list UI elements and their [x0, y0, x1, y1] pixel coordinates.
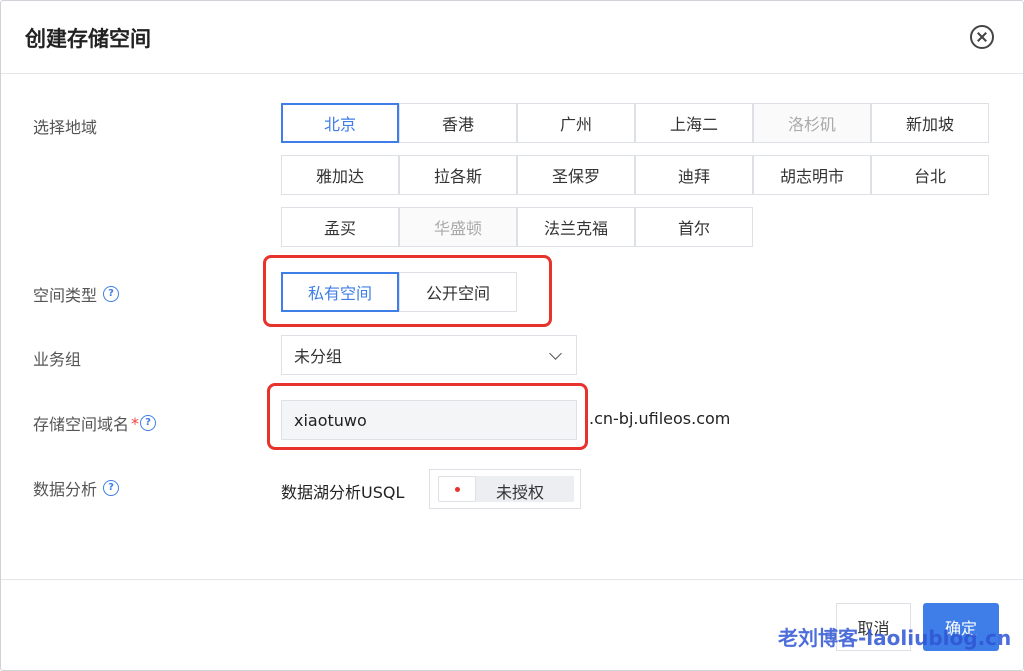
region-option[interactable]: 拉各斯	[399, 155, 517, 195]
region-option[interactable]: 上海二	[635, 103, 753, 143]
help-icon[interactable]: ?	[140, 415, 157, 431]
chevron-down-icon	[549, 347, 562, 360]
business-group-value: 未分组	[294, 347, 343, 366]
space-type-option[interactable]: 私有空间	[281, 272, 399, 312]
region-option[interactable]: 广州	[517, 103, 635, 143]
required-mark: *	[131, 413, 140, 433]
status-dot-icon	[455, 487, 460, 492]
usql-auth-toggle[interactable]: 未授权	[429, 469, 581, 509]
region-label-text: 选择地域	[33, 118, 98, 137]
space-type-label-text: 空间类型	[33, 286, 98, 305]
auth-status: 未授权	[496, 483, 545, 502]
usql-label: 数据湖分析USQL	[281, 483, 405, 502]
domain-label: 存储空间域名 * ?	[33, 411, 157, 435]
space-type-option[interactable]: 公开空间	[399, 272, 517, 312]
region-option[interactable]: 首尔	[635, 207, 753, 247]
business-group-select[interactable]: 未分组	[281, 335, 577, 375]
region-option[interactable]: 新加坡	[871, 103, 989, 143]
space-type-label: 空间类型 ?	[33, 282, 120, 306]
dialog-header: 创建存储空间	[1, 1, 1023, 74]
auth-knob	[438, 476, 476, 502]
dialog-title: 创建存储空间	[25, 27, 151, 51]
confirm-button[interactable]: 确定	[923, 603, 999, 651]
region-option[interactable]: 香港	[399, 103, 517, 143]
analysis-label: 数据分析 ?	[33, 476, 120, 500]
domain-input[interactable]	[281, 400, 577, 440]
region-option[interactable]: 胡志明市	[753, 155, 871, 195]
region-option[interactable]: 迪拜	[635, 155, 753, 195]
auth-track: 未授权	[438, 476, 574, 502]
region-option[interactable]: 北京	[281, 103, 399, 143]
region-option[interactable]: 台北	[871, 155, 989, 195]
business-group-label: 业务组	[33, 346, 81, 370]
region-option[interactable]: 圣保罗	[517, 155, 635, 195]
region-option[interactable]: 法兰克福	[517, 207, 635, 247]
region-option[interactable]: 雅加达	[281, 155, 399, 195]
analysis-label-text: 数据分析	[33, 480, 98, 499]
business-group-label-text: 业务组	[33, 350, 82, 369]
footer-divider	[1, 579, 1023, 580]
region-label: 选择地域	[33, 114, 97, 138]
domain-suffix: .cn-bj.ufileos.com	[589, 409, 731, 428]
create-bucket-dialog: 创建存储空间 选择地域 北京 香港 广州 上海二 洛杉矶 新加坡雅加达 拉各斯 圣保罗 迪拜 胡志…	[0, 0, 1024, 671]
domain-label-text: 存储空间域名	[33, 415, 130, 434]
cancel-button[interactable]: 取消	[836, 603, 911, 651]
region-option: 华盛顿	[399, 207, 517, 247]
help-icon[interactable]: ?	[103, 480, 120, 496]
close-icon[interactable]	[970, 25, 994, 49]
help-icon[interactable]: ?	[103, 286, 120, 302]
region-option: 洛杉矶	[753, 103, 871, 143]
region-option[interactable]: 孟买	[281, 207, 399, 247]
